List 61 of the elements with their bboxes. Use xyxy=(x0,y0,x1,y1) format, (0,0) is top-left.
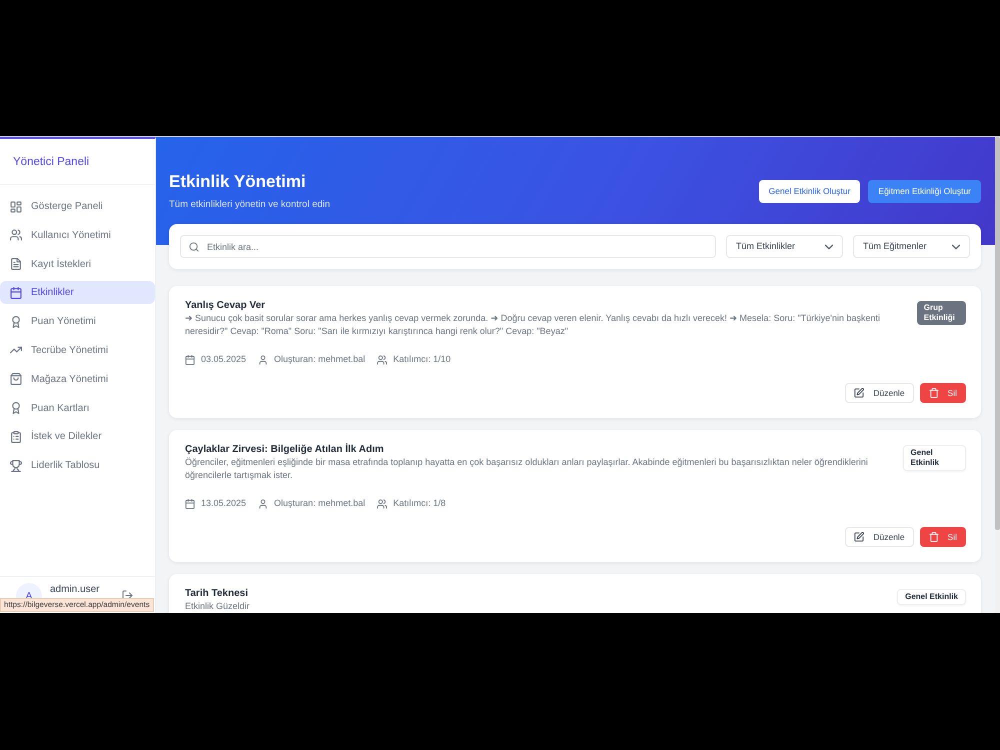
event-title: Çaylaklar Zirvesi: Bilgeliğe Atılan İlk Adım xyxy=(185,443,385,456)
trash-icon xyxy=(928,532,939,542)
user-icon xyxy=(258,498,268,508)
scrollbar-thumb[interactable] xyxy=(995,137,1000,530)
event-date: 13.05.2025 xyxy=(201,497,246,510)
sidebar-item[interactable]: Puan Kartları xyxy=(0,396,155,420)
sidebar-item[interactable]: Etkinlikler xyxy=(0,281,155,304)
page-subtitle: Tüm etkinlikleri yönetin ve kontrol edin xyxy=(169,199,330,211)
clipboard-icon xyxy=(10,430,22,443)
event-creator: Oluşturan: mehmet.bal xyxy=(274,497,366,510)
edit-icon xyxy=(854,532,864,542)
sidebar-title: Yönetici Paneli xyxy=(13,154,90,168)
sidebar-item[interactable]: Gösterge Paneli xyxy=(0,195,155,218)
event-title: Tarih Teknesi xyxy=(185,587,249,600)
sidebar-item[interactable]: Kullanıcı Yönetimi xyxy=(0,224,155,247)
event-type-tag: Grup Etkinliği xyxy=(916,301,966,325)
edit-button[interactable]: Düzenle xyxy=(845,527,914,547)
delete-button[interactable]: Sil xyxy=(920,383,966,403)
document-icon xyxy=(10,258,22,270)
sidebar-item[interactable]: Tecrübe Yönetimi xyxy=(0,338,155,362)
delete-button[interactable]: Sil xyxy=(920,527,966,547)
event-date: 03.05.2025 xyxy=(201,353,246,366)
calendar-icon xyxy=(185,354,195,364)
medal-icon xyxy=(10,402,22,414)
users-icon xyxy=(377,354,388,364)
create-general-event-button[interactable]: Genel Etkinlik Oluştur xyxy=(758,180,860,203)
participant-count: Katılımcı: 1/8 xyxy=(393,497,446,510)
user-icon xyxy=(258,354,268,364)
shopping-bag-icon xyxy=(10,373,22,386)
event-creator: Oluşturan: mehmet.bal xyxy=(274,353,366,366)
calendar-icon xyxy=(10,286,22,299)
username-label: admin.user xyxy=(50,584,100,596)
sidebar-item[interactable]: İstek ve Dilekler xyxy=(0,425,155,448)
sidebar-item[interactable]: Liderlik Tablosu xyxy=(0,454,155,478)
event-type-tag: Genel Etkinlik xyxy=(897,589,966,605)
edit-icon xyxy=(854,388,864,398)
create-trainer-event-button[interactable]: Eğitmen Etkinliği Oluştur xyxy=(868,180,981,203)
event-description: ➜ Sunucu çok basit sorular sorar ama herkes yanlış cevap vermek zorunda. ➜ Doğru cevap veren elenir. Yanlış cevabı da hızlı verecek! ➜ Mesela: Soru: "Türkiye'nin başkenti neresidir?" Cevap: "Roma" Soru: "Sarı ile kırmızıyı karıştırınca hangi renk olur?" Cevap: "Beyaz" xyxy=(185,312,882,338)
edit-button[interactable]: Düzenle xyxy=(845,383,914,403)
users-icon xyxy=(10,229,22,242)
sidebar-item[interactable]: Kayıt İstekleri xyxy=(0,252,155,276)
event-description: Öğrenciler, eğitmenleri eşliğinde bir masa etrafında toplanıp hayatta en çok başarısız oldukları anları paylaşırlar. Akabinde eğitmenleri bu başarısızlıktan neler öğrendiklerini öğrencilerle tartışmak ister. xyxy=(185,456,869,482)
chevron-down-icon xyxy=(825,242,833,250)
search-icon xyxy=(189,242,199,252)
dashboard-icon xyxy=(10,200,22,212)
event-description: Etkinlik Güzeldir xyxy=(185,600,251,613)
trash-icon xyxy=(928,388,939,398)
filter-dropdown[interactable]: Tüm Eğitmenler xyxy=(853,235,970,258)
sidebar-item[interactable]: Puan Yönetimi xyxy=(0,310,155,334)
filter-dropdown[interactable]: Tüm Etkinlikler xyxy=(726,235,843,258)
chevron-down-icon xyxy=(952,242,960,250)
medal-icon xyxy=(10,316,22,328)
users-icon xyxy=(377,498,388,508)
sidebar-item[interactable]: Mağaza Yönetimi xyxy=(0,368,155,391)
search-field[interactable]: Etkinlik ara... xyxy=(180,235,716,258)
calendar-icon xyxy=(185,498,195,508)
event-type-tag: Genel Etkinlik xyxy=(902,445,966,471)
page-title: Etkinlik Yönetimi xyxy=(169,172,307,192)
event-title: Yanlış Cevap Ver xyxy=(185,299,266,312)
participant-count: Katılımcı: 1/10 xyxy=(393,353,451,366)
trophy-icon xyxy=(10,460,22,472)
